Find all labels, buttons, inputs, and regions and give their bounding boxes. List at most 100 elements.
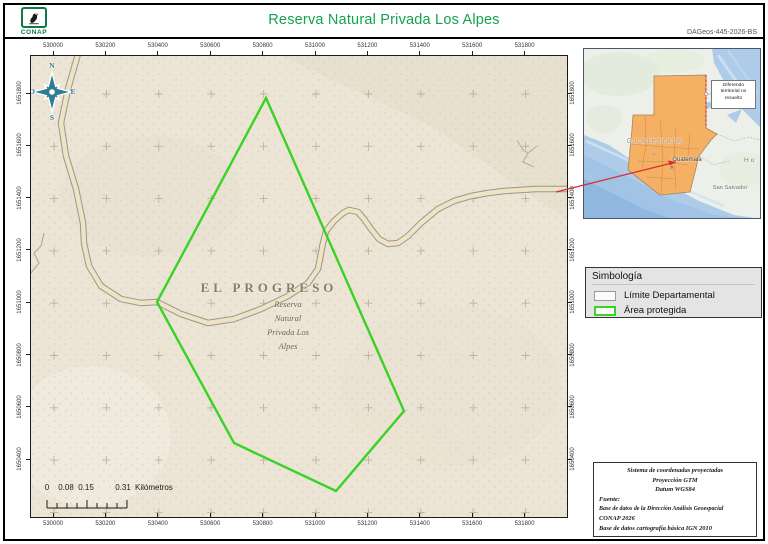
axis-tick-top [419, 51, 420, 55]
axis-tick-right [568, 354, 572, 355]
credits-box: Sistema de coordenadas proyectadasProyec… [593, 462, 757, 537]
city-marker [653, 153, 656, 156]
axis-label-top: 531600 [451, 42, 493, 50]
axis-tick-bottom [419, 513, 420, 517]
page-title: Reserva Natural Privada Los Alpes [5, 12, 763, 28]
axis-label-bottom: 530000 [32, 520, 74, 528]
axis-label-top: 531000 [294, 42, 336, 50]
axis-tick-right [568, 302, 572, 303]
inset-map: Guatemala Guatemala San Salvador Ho 72t … [583, 48, 761, 219]
axis-label-top: 530400 [137, 42, 179, 50]
axis-tick-top [210, 51, 211, 55]
inset-canvas [584, 49, 761, 219]
legend-title: Simbología [592, 271, 755, 285]
axis-label-left: 1650400 [16, 438, 24, 480]
axis-tick-top [105, 51, 106, 55]
axis-tick-bottom [315, 513, 316, 517]
legend-items: Límite Departamental Área protegida [592, 288, 755, 318]
inset-depth-label: 72t [586, 174, 593, 180]
axis-label-left: 1651200 [16, 229, 24, 271]
axis-label-bottom: 531200 [346, 520, 388, 528]
reserve-name-label: ReservaNaturalPrivada LosAlpes [228, 297, 348, 353]
axis-label-left: 1650800 [16, 334, 24, 376]
department-label: EL PROGRESO [159, 280, 379, 296]
credit-line: Base de datos de la Dirección Análisis G… [599, 504, 740, 514]
credit-line: Datum WGS84 [599, 485, 751, 495]
axis-label-bottom: 530800 [242, 520, 284, 528]
credit-line: Proyección GTM [599, 476, 751, 486]
axis-tick-top [524, 51, 525, 55]
axis-label-left: 1651000 [16, 281, 24, 323]
axis-label-bottom: 530200 [84, 520, 126, 528]
axis-tick-bottom [367, 513, 368, 517]
axis-tick-left [26, 249, 30, 250]
axis-label-bottom: 530600 [189, 520, 231, 528]
axis-tick-right [568, 249, 572, 250]
axis-tick-right [568, 406, 572, 407]
legend-item-protected: Área protegida [592, 303, 755, 318]
inset-honduras-label: Ho [744, 157, 761, 164]
credit-source-label: Fuente: [599, 495, 751, 505]
legend-item-departmental: Límite Departamental [592, 288, 755, 303]
axis-tick-top [367, 51, 368, 55]
axis-tick-left [26, 93, 30, 94]
axis-label-top: 530600 [189, 42, 231, 50]
dispute-note: Diferendo territorial no resuelto [711, 80, 756, 109]
axis-label-top: 531400 [399, 42, 441, 50]
conap-acronym: CONAP [14, 29, 54, 36]
legend-item-label: Área protegida [624, 305, 686, 316]
scalebar-ticks [44, 496, 164, 510]
compass-south: S [47, 113, 57, 122]
axis-label-top: 530200 [84, 42, 126, 50]
capital-city-marker [671, 166, 674, 169]
axis-tick-bottom [157, 513, 158, 517]
scale-bar: 00.080.150.31 Kilómetros [31, 480, 261, 518]
axis-tick-right [568, 93, 572, 94]
axis-tick-left [26, 197, 30, 198]
credit-line: CONAP 2026 [599, 514, 751, 524]
compass-north: N [47, 61, 57, 70]
scalebar-tick-label: 0.31 [109, 483, 137, 492]
compass-labels: N E S O [31, 60, 79, 124]
axis-label-bottom: 531600 [451, 520, 493, 528]
legend: Simbología Límite Departamental Área prot… [585, 267, 762, 318]
axis-label-top: 531800 [504, 42, 546, 50]
axis-label-bottom: 531800 [504, 520, 546, 528]
axis-tick-bottom [53, 513, 54, 517]
scalebar-tick-label: 0.15 [72, 483, 100, 492]
axis-tick-top [472, 51, 473, 55]
reserve-name-line: Natural [228, 311, 348, 325]
inset-country-label: Guatemala [610, 138, 700, 145]
inset-capital-label: Guatemala [659, 157, 715, 163]
axis-label-top: 531200 [346, 42, 388, 50]
inset-city-label: San Salvador [701, 185, 759, 191]
map-sheet: CONAP Reserva Natural Privada Los Alpes … [0, 0, 768, 544]
axis-label-bottom: 530400 [137, 520, 179, 528]
axis-tick-right [568, 459, 572, 460]
axis-tick-bottom [210, 513, 211, 517]
reserve-name-line: Privada Los [228, 325, 348, 339]
axis-label-left: 1651800 [16, 72, 24, 114]
reserve-name-line: Reserva [228, 297, 348, 311]
axis-tick-left [26, 354, 30, 355]
protected-swatch-icon [594, 306, 616, 316]
legend-item-label: Límite Departamental [624, 290, 715, 301]
axis-label-left: 1651400 [16, 177, 24, 219]
axis-tick-top [315, 51, 316, 55]
axis-label-bottom: 531400 [399, 520, 441, 528]
axis-tick-right [568, 145, 572, 146]
axis-tick-left [26, 302, 30, 303]
axis-tick-bottom [472, 513, 473, 517]
axis-label-left: 1650600 [16, 386, 24, 428]
compass-east: E [68, 87, 78, 96]
main-map: N E S O EL PROGRESO ReservaNaturalPrivad… [30, 55, 568, 518]
axis-tick-left [26, 145, 30, 146]
axis-tick-top [157, 51, 158, 55]
axis-tick-left [26, 459, 30, 460]
axis-label-top: 530800 [242, 42, 284, 50]
axis-tick-bottom [105, 513, 106, 517]
departmental-swatch-icon [594, 291, 616, 301]
axis-tick-left [26, 406, 30, 407]
dispute-marker [704, 92, 707, 95]
credit-line: Sistema de coordenadas proyectadas [599, 466, 751, 476]
